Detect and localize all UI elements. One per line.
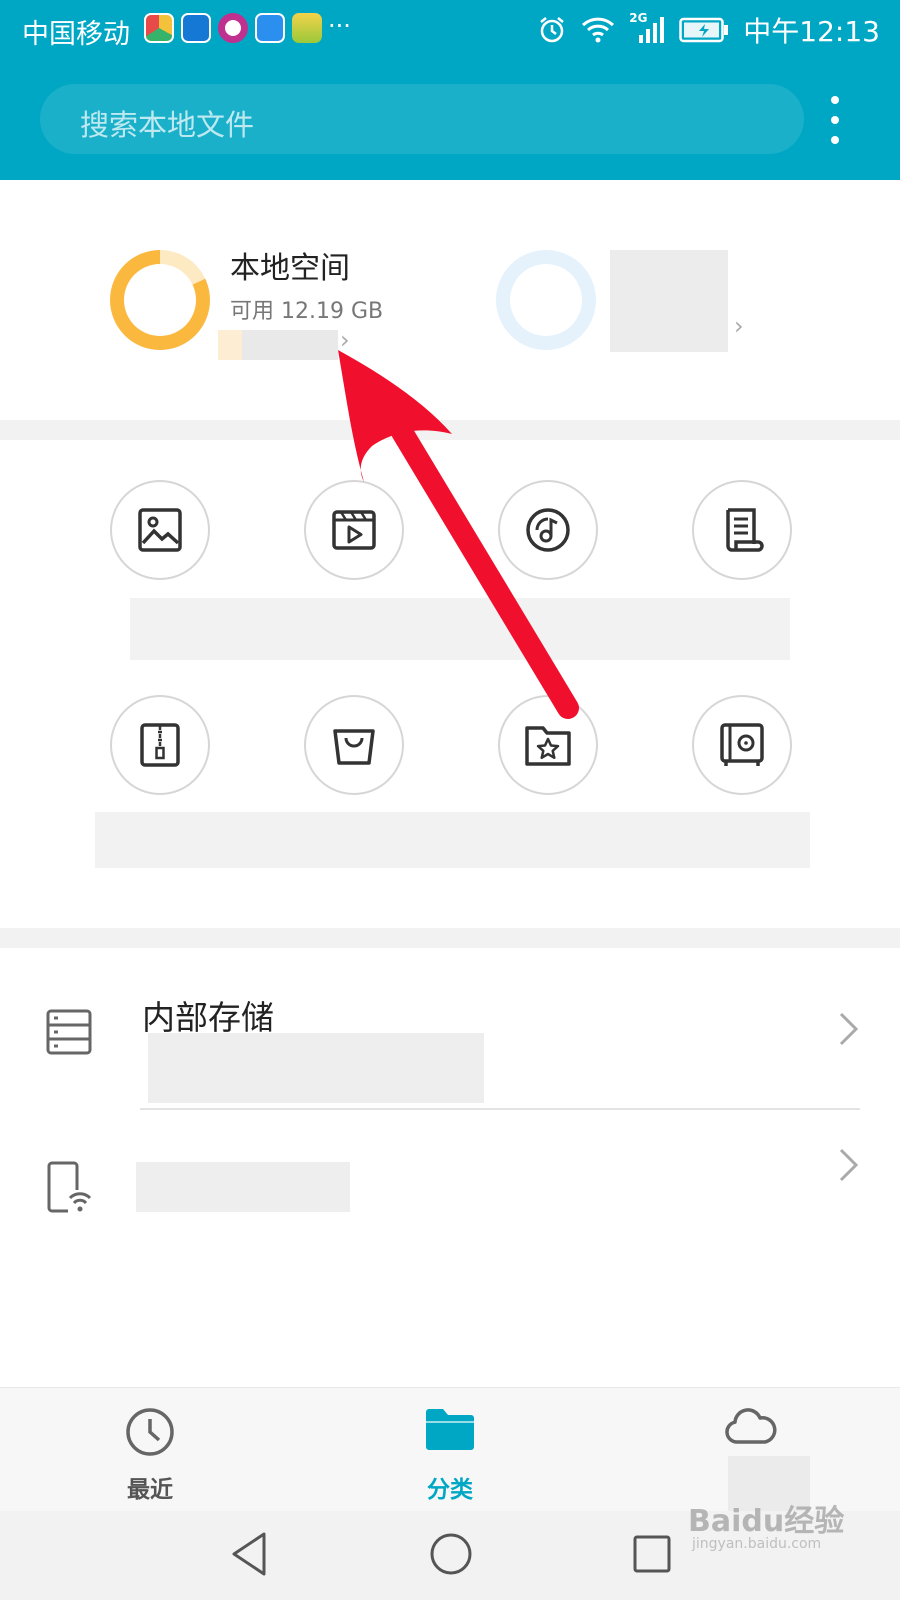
chat-notification-icon [255, 13, 285, 43]
player-notification-icon [218, 13, 248, 43]
section-divider [0, 928, 900, 948]
nav-categories-label: 分类 [427, 1477, 473, 1503]
cloud-icon [725, 1408, 777, 1444]
local-storage-ring[interactable] [110, 250, 210, 350]
app-notification-icon [144, 13, 174, 43]
storage-icon [46, 1009, 92, 1055]
category-archive[interactable] [110, 695, 210, 795]
section-divider [0, 420, 900, 440]
more-options-icon[interactable] [820, 94, 850, 146]
document-icon [726, 508, 764, 552]
safe-icon [720, 723, 764, 766]
notification-icons [144, 13, 322, 43]
category-safe[interactable] [692, 695, 792, 795]
archive-icon [140, 723, 180, 767]
folder-icon [426, 1409, 474, 1450]
category-favorites[interactable] [498, 695, 598, 795]
nav-categories[interactable]: 分类 [360, 1388, 540, 1512]
chevron-right-icon[interactable]: › [340, 326, 350, 354]
category-video[interactable] [304, 480, 404, 580]
back-icon[interactable] [228, 1529, 272, 1579]
category-document[interactable] [692, 480, 792, 580]
music-icon [526, 508, 570, 552]
internal-storage-title: 内部存储 [142, 998, 274, 1037]
battery-charging-icon [679, 17, 729, 43]
blurred-region [610, 250, 728, 352]
nav-recent[interactable]: 最近 [60, 1388, 240, 1512]
phone-wifi-icon [47, 1161, 94, 1214]
list-divider [140, 1108, 860, 1110]
wifi-icon [582, 17, 615, 43]
blurred-region [218, 330, 338, 360]
blurred-region [136, 1162, 350, 1212]
search-placeholder: 搜索本地文件 [80, 108, 255, 142]
other-storage-ring[interactable] [496, 250, 596, 350]
internal-storage-item[interactable]: 内部存储 [0, 953, 900, 1103]
carrier-name: 中国移动 [22, 19, 130, 50]
star-folder-icon [525, 726, 571, 766]
recent-apps-icon[interactable] [630, 1529, 674, 1579]
blurred-labels [95, 812, 810, 868]
chevron-right-icon[interactable]: › [734, 312, 744, 340]
signal-icon: 2G [629, 11, 665, 45]
more-notifications-icon: ··· [328, 12, 351, 40]
image-icon [138, 508, 182, 552]
blurred-labels [130, 598, 790, 660]
local-storage-available: 可用 12.19 GB [230, 299, 384, 324]
blurred-region [148, 1033, 484, 1103]
nav-recent-label: 最近 [127, 1477, 173, 1503]
category-installation[interactable] [304, 695, 404, 795]
search-input[interactable]: 搜索本地文件 [40, 84, 804, 154]
video-icon [332, 510, 376, 550]
home-icon[interactable] [428, 1529, 474, 1579]
chevron-right-icon [839, 1148, 859, 1182]
watermark-brand: Baidu经验 [688, 1504, 845, 1539]
clock-icon [126, 1408, 174, 1456]
clock: 中午12:13 [743, 15, 880, 48]
storage-summary: 本地空间 可用 12.19 GB › › [0, 180, 900, 420]
search-app-notification-icon [292, 13, 322, 43]
remote-storage-item[interactable] [0, 1112, 900, 1262]
shopping-bag-icon [333, 729, 375, 765]
shield-notification-icon [181, 13, 211, 43]
category-music[interactable] [498, 480, 598, 580]
chevron-right-icon [839, 1012, 859, 1046]
status-bar: 中国移动 ··· 2G 中午12:13 [0, 0, 900, 62]
alarm-icon [540, 17, 565, 43]
app-header: 中国移动 ··· 2G 中午12:13 搜索本地文件 [0, 0, 900, 180]
local-storage-title[interactable]: 本地空间 [230, 243, 350, 287]
category-image[interactable] [110, 480, 210, 580]
watermark-url: jingyan.baidu.com [692, 1536, 822, 1552]
status-indicators: 2G 中午12:13 [537, 10, 880, 50]
